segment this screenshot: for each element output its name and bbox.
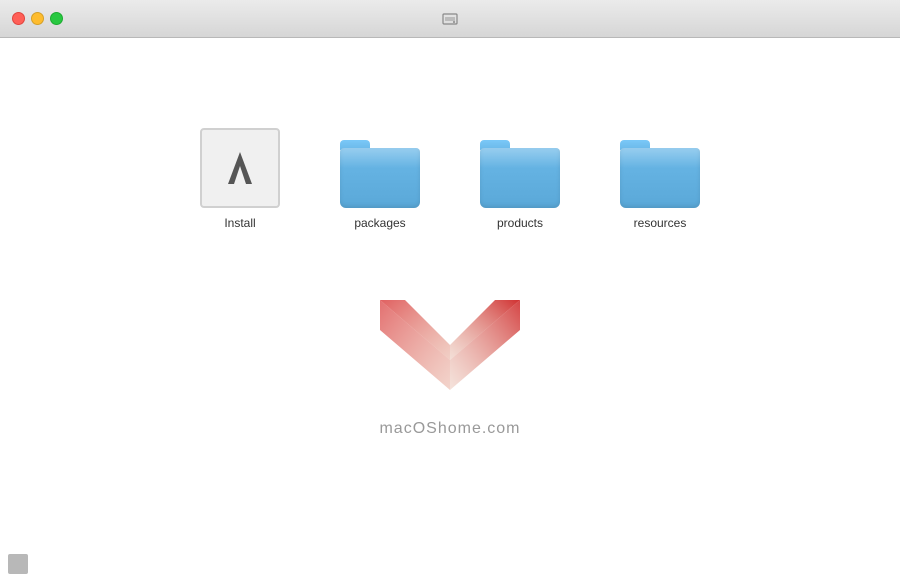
close-button[interactable] xyxy=(12,12,25,25)
traffic-lights xyxy=(12,12,63,25)
adobe-a-icon xyxy=(214,142,266,194)
maximize-button[interactable] xyxy=(50,12,63,25)
file-item-products[interactable]: products xyxy=(480,140,560,230)
gmail-m-logo xyxy=(360,280,540,410)
file-item-resources[interactable]: resources xyxy=(620,140,700,230)
adobe-installer-icon xyxy=(200,128,280,208)
titlebar xyxy=(0,0,900,38)
bottom-left-icon xyxy=(8,554,28,574)
file-item-install[interactable]: Install xyxy=(200,128,280,230)
folder-icon-resources xyxy=(620,140,700,208)
folder-icon-packages xyxy=(340,140,420,208)
minimize-button[interactable] xyxy=(31,12,44,25)
file-label-resources: resources xyxy=(634,216,687,230)
file-label-install: Install xyxy=(224,216,255,230)
folder-icon-products xyxy=(480,140,560,208)
watermark-label: macOShome.com xyxy=(379,420,520,438)
files-row: Install packages products resources xyxy=(200,128,700,230)
main-content: Install packages products resources xyxy=(0,38,900,582)
file-label-products: products xyxy=(497,216,543,230)
watermark-area: macOShome.com xyxy=(360,280,540,438)
file-item-packages[interactable]: packages xyxy=(340,140,420,230)
file-label-packages: packages xyxy=(354,216,405,230)
disk-icon xyxy=(441,10,459,28)
